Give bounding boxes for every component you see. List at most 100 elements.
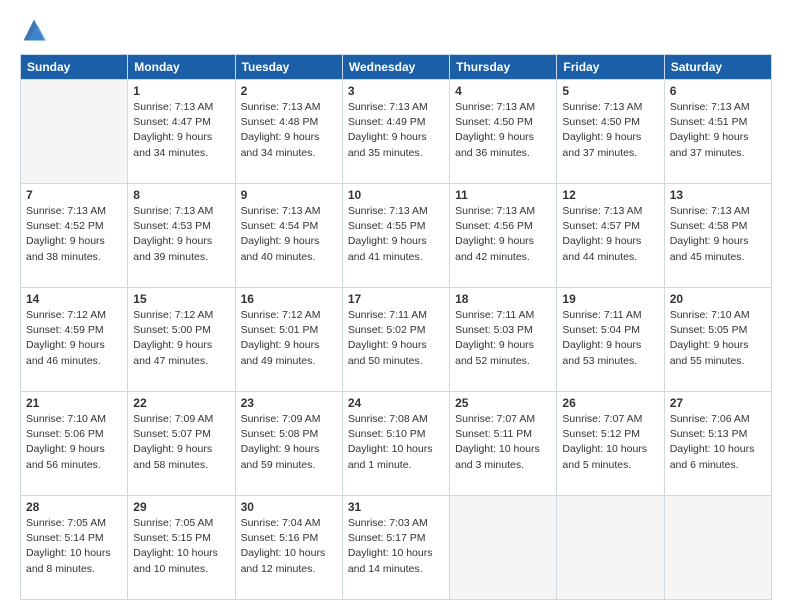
day-info-line: and 53 minutes. bbox=[562, 354, 658, 369]
day-info-line: and 37 minutes. bbox=[670, 146, 766, 161]
day-info-line: and 37 minutes. bbox=[562, 146, 658, 161]
weekday-header-saturday: Saturday bbox=[664, 55, 771, 80]
day-info-line: and 55 minutes. bbox=[670, 354, 766, 369]
logo-icon bbox=[20, 16, 48, 44]
day-info-line: Daylight: 9 hours bbox=[562, 130, 658, 145]
day-info-line: Sunset: 5:11 PM bbox=[455, 427, 551, 442]
day-info-line: and 59 minutes. bbox=[241, 458, 337, 473]
day-info-line: Sunrise: 7:11 AM bbox=[562, 308, 658, 323]
day-info-line: Sunrise: 7:07 AM bbox=[455, 412, 551, 427]
day-info-line: Sunrise: 7:03 AM bbox=[348, 516, 444, 531]
day-info: Sunrise: 7:13 AMSunset: 4:53 PMDaylight:… bbox=[133, 204, 229, 265]
day-info: Sunrise: 7:13 AMSunset: 4:55 PMDaylight:… bbox=[348, 204, 444, 265]
day-number: 24 bbox=[348, 396, 444, 410]
day-info-line: Sunrise: 7:05 AM bbox=[26, 516, 122, 531]
day-info-line: Daylight: 9 hours bbox=[241, 442, 337, 457]
calendar-cell: 16Sunrise: 7:12 AMSunset: 5:01 PMDayligh… bbox=[235, 288, 342, 392]
day-info-line: Sunset: 4:53 PM bbox=[133, 219, 229, 234]
day-number: 20 bbox=[670, 292, 766, 306]
day-info-line: Daylight: 10 hours bbox=[241, 546, 337, 561]
day-info-line: and 5 minutes. bbox=[562, 458, 658, 473]
day-info-line: Sunset: 5:02 PM bbox=[348, 323, 444, 338]
day-info-line: Sunrise: 7:11 AM bbox=[348, 308, 444, 323]
day-number: 30 bbox=[241, 500, 337, 514]
day-info: Sunrise: 7:09 AMSunset: 5:07 PMDaylight:… bbox=[133, 412, 229, 473]
calendar-cell bbox=[664, 496, 771, 600]
calendar-cell: 31 Sunrise: 7:03 AMSunset: 5:17 PMDayligh… bbox=[342, 496, 449, 600]
calendar-cell: 25Sunrise: 7:07 AMSunset: 5:11 PMDayligh… bbox=[450, 392, 557, 496]
weekday-header-wednesday: Wednesday bbox=[342, 55, 449, 80]
day-info-line: and 46 minutes. bbox=[26, 354, 122, 369]
day-info: Sunrise: 7:13 AMSunset: 4:47 PMDaylight:… bbox=[133, 100, 229, 161]
day-number: 16 bbox=[241, 292, 337, 306]
day-info-line: Daylight: 9 hours bbox=[348, 338, 444, 353]
day-info: Sunrise: 7:13 AMSunset: 4:54 PMDaylight:… bbox=[241, 204, 337, 265]
day-info: Sunrise: 7:13 AMSunset: 4:56 PMDaylight:… bbox=[455, 204, 551, 265]
day-number: 13 bbox=[670, 188, 766, 202]
day-info-line: Sunrise: 7:13 AM bbox=[348, 100, 444, 115]
day-info: Sunrise: 7:03 AMSunset: 5:17 PMDaylight:… bbox=[348, 516, 444, 577]
day-info-line: Sunset: 5:15 PM bbox=[133, 531, 229, 546]
day-info: Sunrise: 7:12 AMSunset: 4:59 PMDaylight:… bbox=[26, 308, 122, 369]
day-info-line: Daylight: 9 hours bbox=[133, 442, 229, 457]
day-info-line: Sunset: 4:54 PM bbox=[241, 219, 337, 234]
day-info-line: Sunrise: 7:06 AM bbox=[670, 412, 766, 427]
day-info-line: Sunset: 4:49 PM bbox=[348, 115, 444, 130]
day-number: 26 bbox=[562, 396, 658, 410]
calendar-cell: 1Sunrise: 7:13 AMSunset: 4:47 PMDaylight… bbox=[128, 80, 235, 184]
day-number: 6 bbox=[670, 84, 766, 98]
day-info-line: and 34 minutes. bbox=[133, 146, 229, 161]
day-number: 4 bbox=[455, 84, 551, 98]
calendar-cell: 2Sunrise: 7:13 AMSunset: 4:48 PMDaylight… bbox=[235, 80, 342, 184]
day-info-line: and 58 minutes. bbox=[133, 458, 229, 473]
day-info-line: and 14 minutes. bbox=[348, 562, 444, 577]
day-info-line: Sunset: 4:50 PM bbox=[562, 115, 658, 130]
day-info-line: Sunrise: 7:13 AM bbox=[133, 204, 229, 219]
day-info-line: Sunrise: 7:10 AM bbox=[670, 308, 766, 323]
day-info-line: and 42 minutes. bbox=[455, 250, 551, 265]
calendar-cell: 6Sunrise: 7:13 AMSunset: 4:51 PMDaylight… bbox=[664, 80, 771, 184]
calendar-cell: 21Sunrise: 7:10 AMSunset: 5:06 PMDayligh… bbox=[21, 392, 128, 496]
day-info-line: and 41 minutes. bbox=[348, 250, 444, 265]
calendar-cell bbox=[21, 80, 128, 184]
logo bbox=[20, 16, 52, 44]
calendar-cell: 9Sunrise: 7:13 AMSunset: 4:54 PMDaylight… bbox=[235, 184, 342, 288]
day-info-line: Daylight: 9 hours bbox=[562, 338, 658, 353]
day-info: Sunrise: 7:11 AMSunset: 5:03 PMDaylight:… bbox=[455, 308, 551, 369]
day-info-line: Sunset: 4:47 PM bbox=[133, 115, 229, 130]
calendar-cell: 24Sunrise: 7:08 AMSunset: 5:10 PMDayligh… bbox=[342, 392, 449, 496]
day-info-line: Sunrise: 7:13 AM bbox=[26, 204, 122, 219]
day-number: 31 bbox=[348, 500, 444, 514]
day-info-line: Sunrise: 7:12 AM bbox=[241, 308, 337, 323]
day-info-line: Sunset: 5:03 PM bbox=[455, 323, 551, 338]
day-info: Sunrise: 7:11 AMSunset: 5:02 PMDaylight:… bbox=[348, 308, 444, 369]
day-number: 23 bbox=[241, 396, 337, 410]
weekday-header-row: SundayMondayTuesdayWednesdayThursdayFrid… bbox=[21, 55, 772, 80]
day-number: 7 bbox=[26, 188, 122, 202]
day-info-line: Sunrise: 7:08 AM bbox=[348, 412, 444, 427]
day-info-line: Daylight: 9 hours bbox=[26, 338, 122, 353]
day-info-line: and 52 minutes. bbox=[455, 354, 551, 369]
day-info-line: Sunrise: 7:04 AM bbox=[241, 516, 337, 531]
day-info-line: Sunset: 4:58 PM bbox=[670, 219, 766, 234]
day-info-line: Sunrise: 7:13 AM bbox=[670, 100, 766, 115]
day-number: 8 bbox=[133, 188, 229, 202]
day-info: Sunrise: 7:05 AMSunset: 5:14 PMDaylight:… bbox=[26, 516, 122, 577]
calendar-cell: 20Sunrise: 7:10 AMSunset: 5:05 PMDayligh… bbox=[664, 288, 771, 392]
day-info: Sunrise: 7:10 AMSunset: 5:06 PMDaylight:… bbox=[26, 412, 122, 473]
calendar-cell: 22Sunrise: 7:09 AMSunset: 5:07 PMDayligh… bbox=[128, 392, 235, 496]
calendar-week-1: 1Sunrise: 7:13 AMSunset: 4:47 PMDaylight… bbox=[21, 80, 772, 184]
day-info-line: Sunset: 4:59 PM bbox=[26, 323, 122, 338]
day-info-line: Sunrise: 7:12 AM bbox=[133, 308, 229, 323]
weekday-header-sunday: Sunday bbox=[21, 55, 128, 80]
day-info-line: Daylight: 9 hours bbox=[670, 234, 766, 249]
day-info-line: Sunrise: 7:12 AM bbox=[26, 308, 122, 323]
day-number: 17 bbox=[348, 292, 444, 306]
day-info-line: Sunset: 5:00 PM bbox=[133, 323, 229, 338]
day-number: 11 bbox=[455, 188, 551, 202]
day-info-line: Sunrise: 7:13 AM bbox=[455, 100, 551, 115]
day-info-line: Daylight: 9 hours bbox=[241, 234, 337, 249]
day-info-line: Sunset: 5:04 PM bbox=[562, 323, 658, 338]
day-info-line: and 56 minutes. bbox=[26, 458, 122, 473]
day-info-line: and 47 minutes. bbox=[133, 354, 229, 369]
